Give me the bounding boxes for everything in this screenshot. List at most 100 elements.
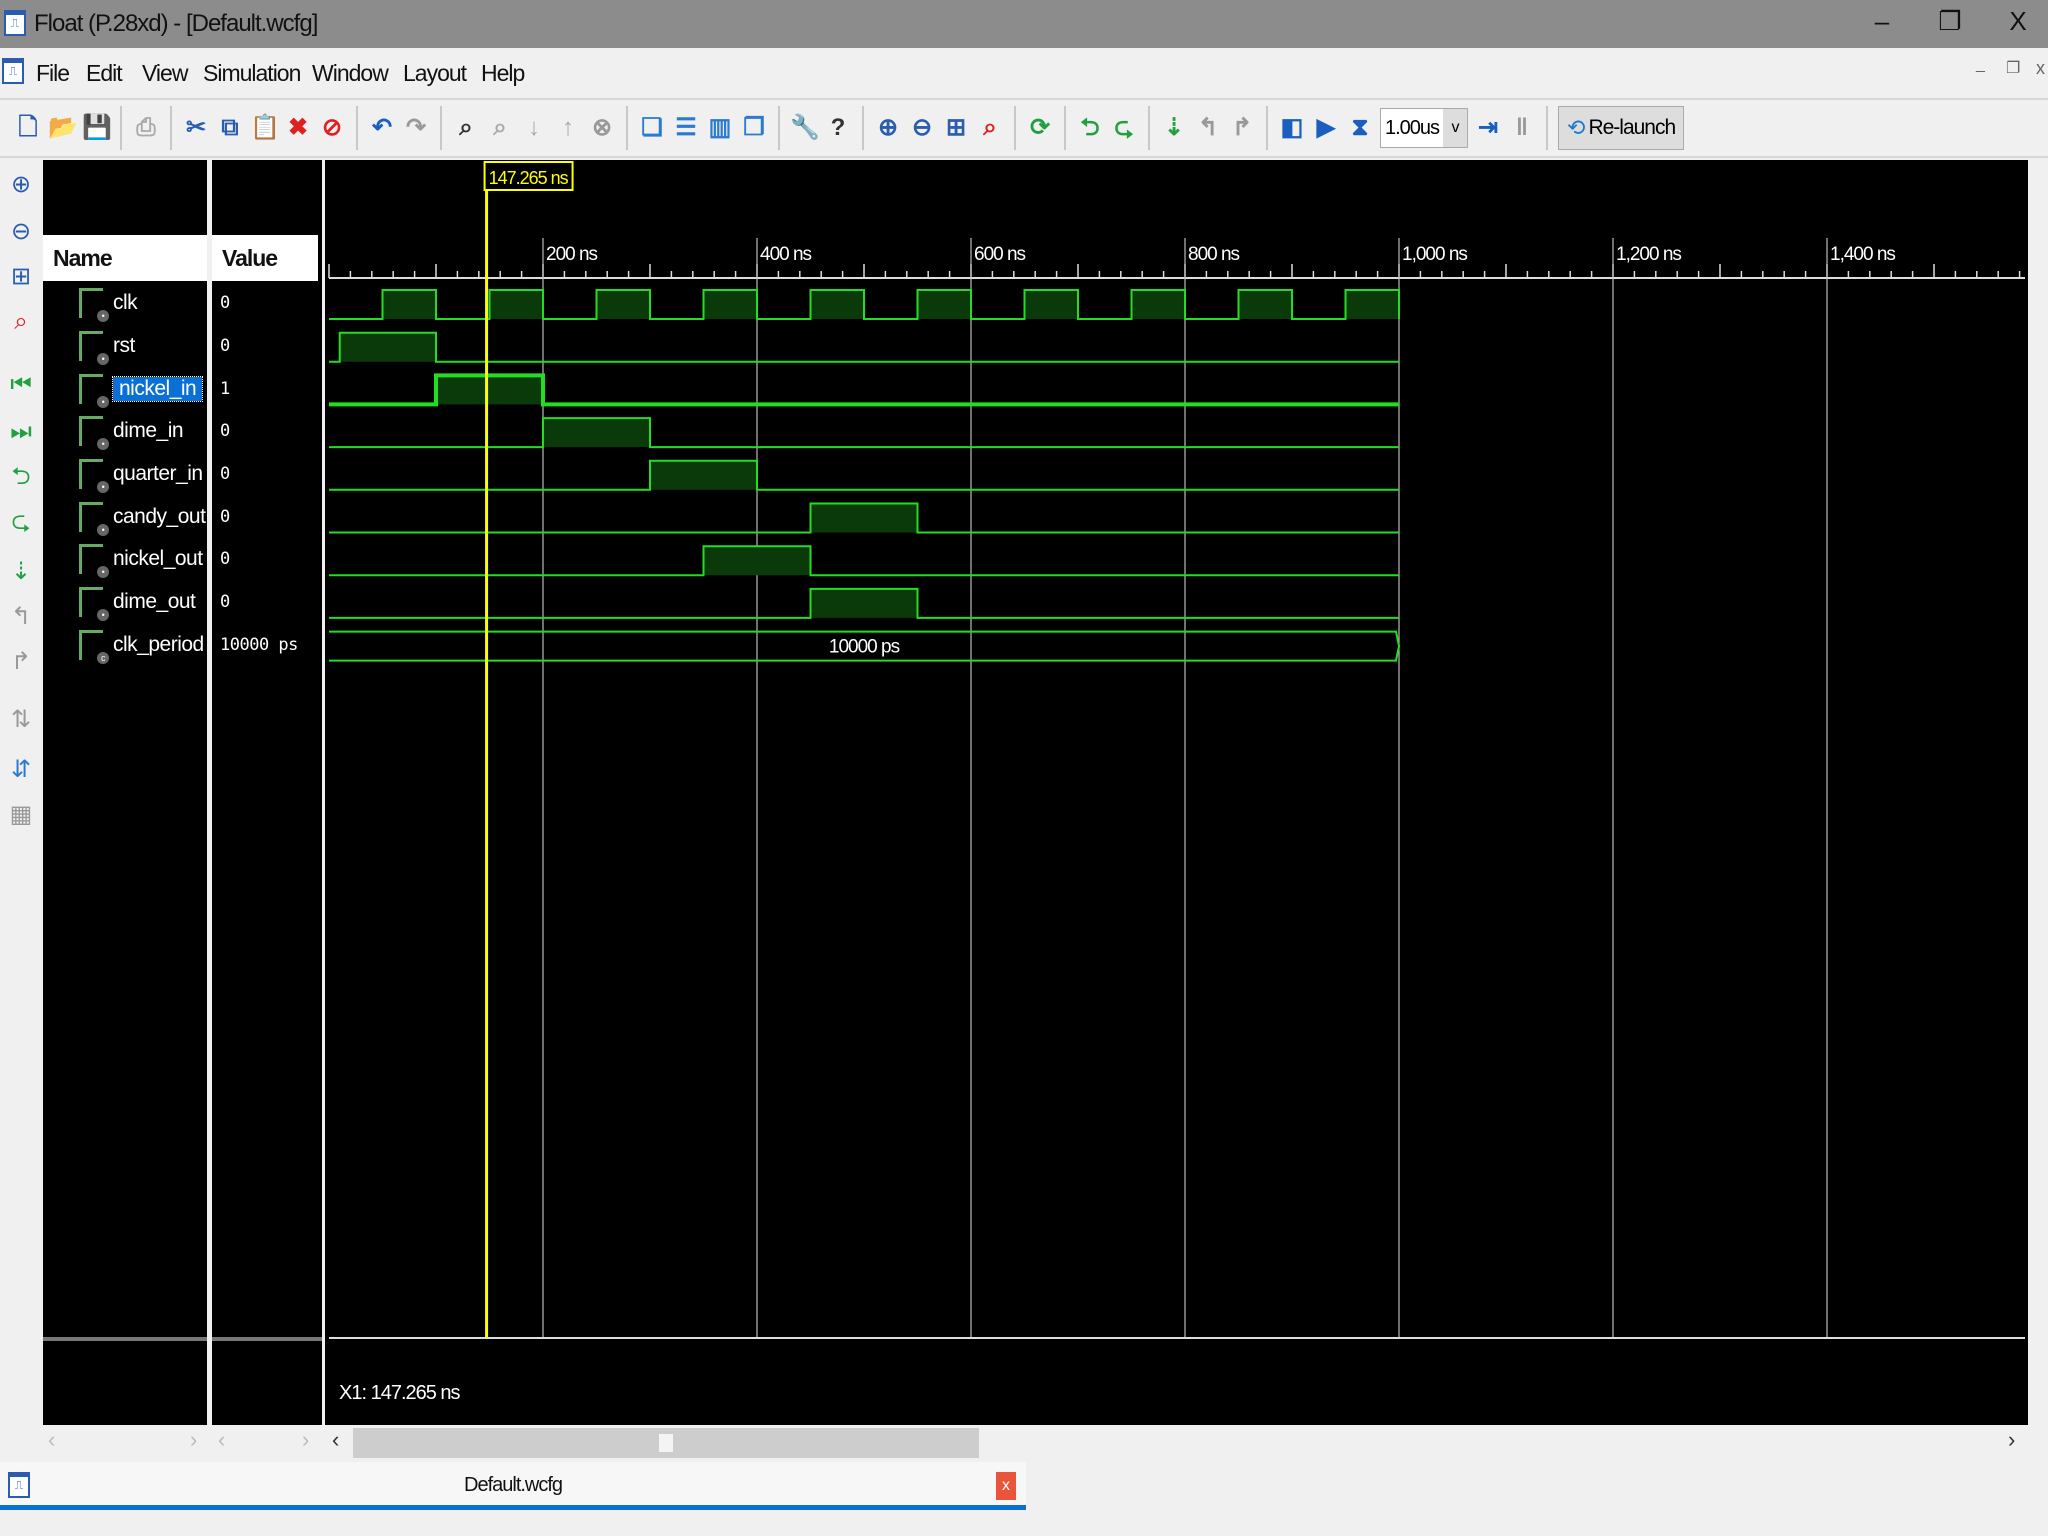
mdi-restore-button[interactable]: ❐ [2006, 58, 2020, 78]
tile-horizontal-icon[interactable]: ☰ [672, 111, 700, 145]
name-column-header[interactable]: Name [43, 235, 207, 281]
menu-view[interactable]: View [142, 60, 188, 87]
tab-label[interactable]: Default.wcfg [464, 1474, 563, 1497]
refresh-icon[interactable]: ⟳ [1026, 111, 1054, 145]
restore-button[interactable]: ❐ [1930, 6, 1970, 37]
undo-icon[interactable]: ↶ [368, 111, 396, 145]
previous-transition-icon[interactable]: ⮌ [6, 460, 36, 494]
menu-simulation[interactable]: Simulation [203, 60, 301, 87]
delete-icon[interactable]: ✖ [284, 111, 312, 145]
previous-marker-icon[interactable]: ↰ [6, 600, 36, 634]
signal-name[interactable]: rst [113, 334, 135, 358]
relaunch-button[interactable]: ⟲ Re-launch [1558, 106, 1685, 150]
menu-edit[interactable]: Edit [86, 60, 123, 87]
print-icon[interactable]: ⎙ [132, 111, 160, 145]
step-forward-icon[interactable]: ↱ [1228, 111, 1256, 145]
cut-icon[interactable]: ✂ [182, 111, 210, 145]
signal-name[interactable]: nickel_out [113, 547, 203, 571]
signal-row-rst[interactable]: • rst [43, 325, 207, 368]
find-next-icon[interactable]: ⌕ [486, 111, 514, 145]
minimize-button[interactable]: – [1862, 6, 1902, 37]
window-icon[interactable]: ❐ [740, 111, 768, 145]
next-transition-icon[interactable]: ⮎ [6, 505, 36, 539]
signal-row-nickel_in[interactable]: • nickel_in [43, 367, 207, 410]
go-to-start-icon[interactable]: ⏮ [6, 368, 36, 402]
zoom-out-icon[interactable]: ⊖ [6, 215, 36, 249]
wave-scroll-track[interactable] [353, 1428, 979, 1458]
step-icon[interactable]: ⇣ [1160, 111, 1188, 145]
move-up-icon[interactable]: ↑ [554, 111, 582, 145]
signal-row-dime_out[interactable]: • dime_out [43, 581, 207, 624]
zoom-in-icon[interactable]: ⊕ [6, 168, 36, 202]
wave-scroll-left[interactable]: ‹ [332, 1427, 339, 1453]
run-time-dropdown[interactable]: 1.00us v [1380, 108, 1468, 148]
mdi-close-button[interactable]: x [2036, 58, 2045, 79]
move-down-icon[interactable]: ↓ [520, 111, 548, 145]
signal-name[interactable]: dime_in [113, 419, 184, 443]
add-marker-icon[interactable]: ⇣ [6, 555, 36, 589]
floating-ruler-icon[interactable]: ▦ [6, 798, 36, 832]
signal-row-dime_in[interactable]: • dime_in [43, 410, 207, 453]
signal-row-quarter_in[interactable]: • quarter_in [43, 453, 207, 496]
name-scroll-left[interactable]: ‹ [48, 1427, 55, 1453]
step-over-icon[interactable]: ⇥ [1474, 111, 1502, 145]
previous-marker-icon[interactable]: ⮌ [1076, 111, 1104, 145]
wave-scroll-right[interactable]: › [2008, 1427, 2015, 1453]
stop-icon[interactable]: ⊘ [318, 111, 346, 145]
menu-window[interactable]: Window [312, 60, 389, 87]
zoom-fit-icon[interactable]: ⊞ [942, 111, 970, 145]
signal-name[interactable]: candy_out [113, 505, 206, 529]
value-scroll-left[interactable]: ‹ [218, 1427, 225, 1453]
signal-name[interactable]: clk [113, 291, 138, 315]
run-for-icon[interactable]: ⧗ [1346, 111, 1374, 145]
waveform-canvas[interactable]: 200 ns 400 ns 600 ns 800 ns 1,000 ns 1,200 ns… [325, 160, 2028, 1425]
redo-icon[interactable]: ↷ [402, 111, 430, 145]
signal-row-clk_period[interactable]: c clk_period [43, 624, 207, 667]
signal-name[interactable]: dime_out [113, 590, 196, 614]
menu-file[interactable]: File [36, 60, 70, 87]
value-scroll-right[interactable]: › [302, 1427, 309, 1453]
document-tab[interactable]: ⎍ Default.wcfg x [0, 1462, 1026, 1510]
clear-icon[interactable]: ⊗ [588, 111, 616, 145]
pause-icon[interactable]: ‖ [1508, 111, 1536, 145]
menu-layout[interactable]: Layout [403, 60, 467, 87]
copy-icon[interactable]: ⧉ [216, 111, 244, 145]
signal-name[interactable]: nickel_in [111, 375, 204, 402]
help-pointer-icon[interactable]: ? [824, 111, 852, 145]
zoom-out-icon[interactable]: ⊖ [908, 111, 936, 145]
next-marker-icon[interactable]: ⮎ [1110, 111, 1138, 145]
go-to-end-icon[interactable]: ⏭ [6, 415, 36, 449]
signal-row-clk[interactable]: • clk [43, 282, 207, 325]
snap-to-transition-icon[interactable]: ⇵ [6, 753, 36, 787]
run-all-icon[interactable]: ▶ [1312, 111, 1340, 145]
signal-name[interactable]: clk_period [113, 633, 204, 657]
step-back-icon[interactable]: ↰ [1194, 111, 1222, 145]
restart-icon[interactable]: ◧ [1278, 111, 1306, 145]
new-file-icon[interactable]: 🗋 [14, 111, 42, 145]
signal-row-candy_out[interactable]: • candy_out [43, 495, 207, 538]
close-button[interactable]: X [1998, 6, 2038, 37]
wave-scroll-thumb[interactable] [659, 1434, 673, 1452]
zoom-cursor-icon[interactable]: ⌕ [976, 111, 1004, 145]
value-column-header[interactable]: Value [212, 235, 318, 281]
cascade-icon[interactable]: ❏ [638, 111, 666, 145]
zoom-in-icon[interactable]: ⊕ [874, 111, 902, 145]
signal-row-nickel_out[interactable]: • nickel_out [43, 538, 207, 581]
menu-help[interactable]: Help [481, 60, 525, 87]
tile-vertical-icon[interactable]: ▥ [706, 111, 734, 145]
wrench-icon[interactable]: 🔧 [790, 111, 820, 145]
waveform-panel[interactable]: 200 ns 400 ns 600 ns 800 ns 1,000 ns 1,200 ns… [325, 160, 2028, 1425]
mdi-minimize-button[interactable]: _ [1976, 56, 1985, 74]
swap-cursors-icon[interactable]: ⇅ [6, 703, 36, 737]
open-folder-icon[interactable]: 📂 [48, 111, 78, 145]
run-time-value[interactable]: 1.00us [1381, 117, 1443, 140]
chevron-down-icon[interactable]: v [1443, 109, 1467, 147]
tab-close-button[interactable]: x [996, 1472, 1016, 1500]
paste-icon[interactable]: 📋 [250, 111, 280, 145]
name-scroll-right[interactable]: › [190, 1427, 197, 1453]
zoom-fit-icon[interactable]: ⊞ [6, 260, 36, 294]
find-icon[interactable]: ⌕ [452, 111, 480, 145]
save-icon[interactable]: 💾 [82, 111, 112, 145]
next-marker-icon[interactable]: ↱ [6, 645, 36, 679]
zoom-cursor-icon[interactable]: ⌕ [6, 305, 36, 339]
